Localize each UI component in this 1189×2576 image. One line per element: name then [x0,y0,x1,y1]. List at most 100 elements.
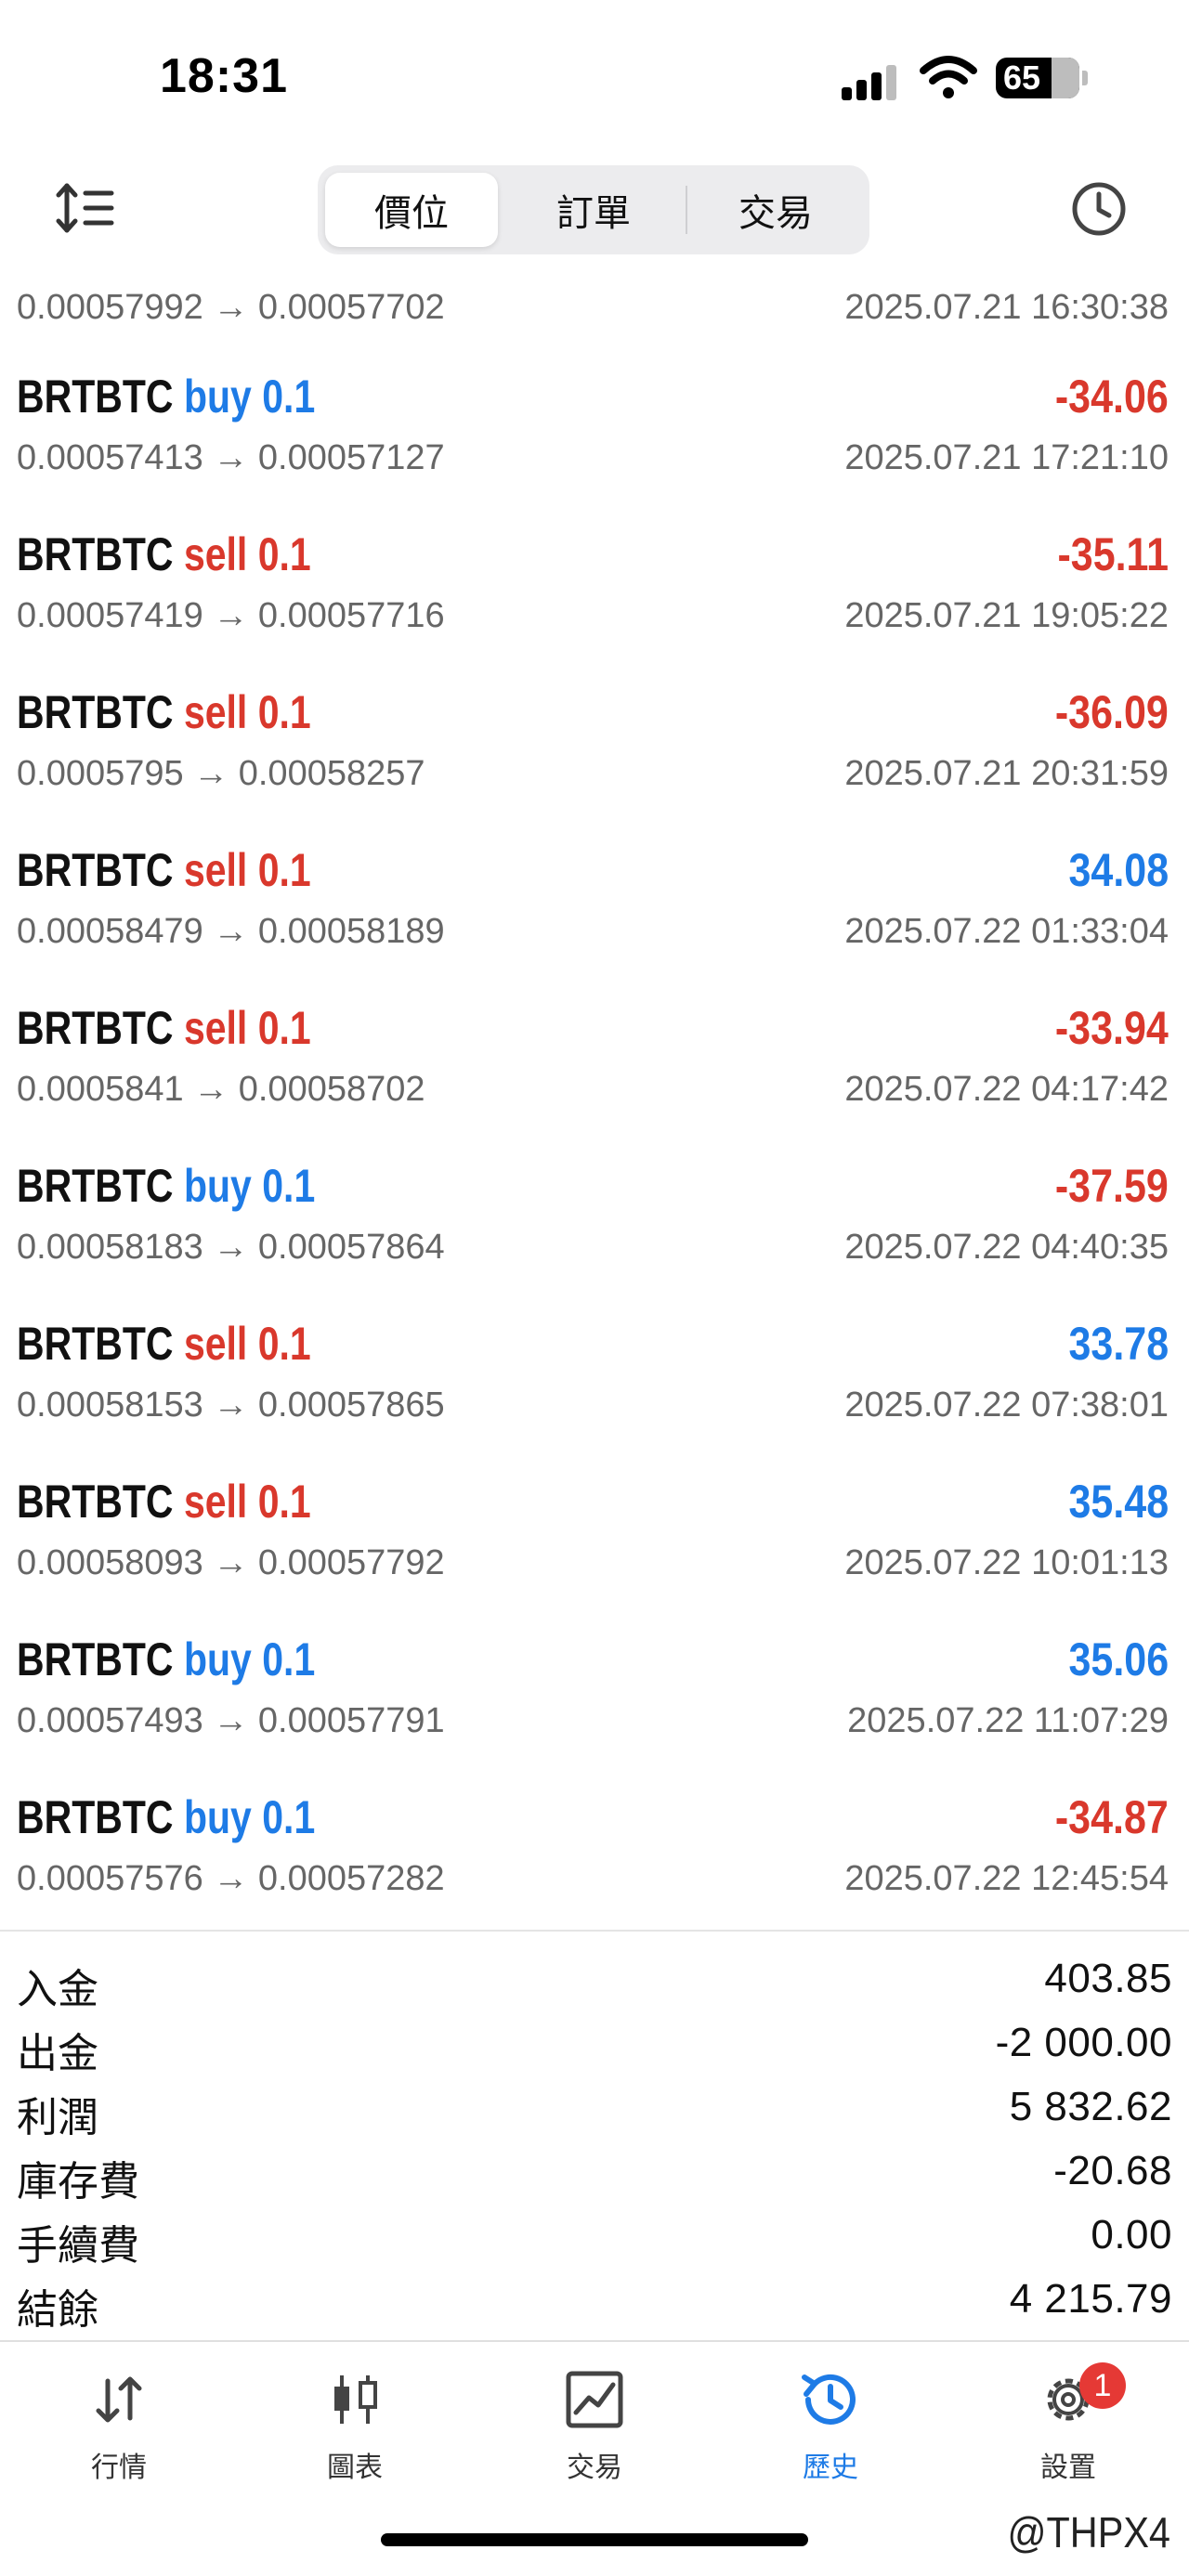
close-time: 2025.07.22 12:45:54 [844,1859,1169,1898]
trade-volume: 0.1 [257,528,311,580]
trade-profit: 33.78 [1068,1318,1169,1370]
trade-side: buy [183,371,252,423]
trade-side: sell [183,686,248,738]
symbol-name: BRTBTC [17,1791,174,1843]
trade-title: BRTBTC sell 0.1 [17,527,311,581]
trade-profit: 34.08 [1068,844,1169,896]
history-list: 0.00057992 → 0.00057702 2025.07.21 16:30… [0,279,1189,1932]
status-time: 18:31 [160,49,288,103]
history-row[interactable]: BRTBTC buy 0.1 -37.59 0.00058183 → 0.00057… [0,1142,1189,1300]
trade-volume: 0.1 [257,1002,311,1054]
close-time: 2025.07.22 11:07:29 [847,1701,1169,1740]
close-time: 2025.07.22 04:40:35 [844,1228,1169,1267]
trade-chart-icon [566,2371,623,2428]
history-row[interactable]: BRTBTC buy 0.1 35.06 0.00057493 → 0.000577… [0,1616,1189,1774]
trade-volume: 0.1 [262,1633,316,1685]
symbol-name: BRTBTC [17,686,174,738]
nav-history[interactable]: 歷史 [756,2368,905,2507]
trade-volume: 0.1 [262,371,316,423]
trade-profit: -34.87 [1055,1791,1169,1843]
sort-icon[interactable] [56,182,115,234]
segmented-control: 價位 訂單 交易 [318,165,869,254]
price-range: 0.00058153 → 0.00057865 [17,1386,445,1425]
summary-value: -20.68 [1053,2148,1172,2193]
status-bar: 18:31 65 [0,0,1189,158]
trade-volume: 0.1 [262,1160,316,1212]
summary-label: 利潤 [17,2095,98,2140]
nav-label: 歷史 [803,2452,858,2483]
price-range: 0.00057576 → 0.00057282 [17,1859,445,1898]
close-time: 2025.07.22 07:38:01 [844,1386,1169,1425]
symbol-name: BRTBTC [17,844,174,896]
tab-price[interactable]: 價位 [325,173,498,247]
summary-commission: 手續費 0.00 [0,2206,1189,2270]
close-time: 2025.07.22 04:17:42 [844,1070,1169,1109]
summary-balance: 結餘 4 215.79 [0,2270,1189,2335]
nav-charts[interactable]: 圖表 [281,2368,429,2507]
summary-value: 5 832.62 [1009,2084,1172,2129]
trade-title: BRTBTC buy 0.1 [17,1790,315,1844]
trade-volume: 0.1 [257,686,311,738]
summary-profit: 利潤 5 832.62 [0,2078,1189,2142]
trade-title: BRTBTC sell 0.1 [17,1001,311,1055]
close-time: 2025.07.22 10:01:13 [844,1543,1169,1582]
summary-label: 庫存費 [17,2159,139,2205]
summary-value: 4 215.79 [1009,2276,1172,2322]
home-indicator[interactable] [381,2533,808,2546]
nav-label: 交易 [567,2452,622,2483]
segment-divider [686,186,687,234]
tab-deals[interactable]: 交易 [689,173,862,247]
trade-side: sell [183,844,248,896]
battery-level: 65 [1003,59,1041,97]
history-row[interactable]: BRTBTC sell 0.1 -35.11 0.00057419 → 0.0005… [0,511,1189,669]
history-row[interactable]: BRTBTC sell 0.1 -33.94 0.0005841 → 0.00058… [0,984,1189,1142]
symbol-name: BRTBTC [17,1160,174,1212]
history-row[interactable]: BRTBTC sell 0.1 34.08 0.00058479 → 0.00058… [0,826,1189,984]
nav-trade[interactable]: 交易 [520,2368,669,2507]
trade-side: sell [183,528,248,580]
symbol-name: BRTBTC [17,1002,174,1054]
summary-label: 結餘 [17,2287,98,2333]
summary-withdrawal: 出金 -2 000.00 [0,2014,1189,2078]
notification-badge: 1 [1079,2362,1126,2409]
trade-profit: 35.48 [1068,1476,1169,1528]
history-row[interactable]: BRTBTC sell 0.1 33.78 0.00058153 → 0.00057… [0,1300,1189,1458]
quotes-arrows-icon [96,2376,142,2423]
nav-label: 圖表 [327,2452,383,2483]
price-range: 0.00057493 → 0.00057791 [17,1701,445,1740]
summary-panel: 入金 403.85 出金 -2 000.00 利潤 5 832.62 庫存費 -… [0,1930,1189,2335]
history-row[interactable]: BRTBTC buy 0.1 -34.87 0.00057576 → 0.00057… [0,1774,1189,1932]
summary-value: 403.85 [1044,1956,1172,2001]
trade-volume: 0.1 [257,1476,311,1528]
close-time: 2025.07.21 17:21:10 [844,438,1169,477]
price-range: 0.0005841 → 0.00058702 [17,1070,425,1109]
close-time: 2025.07.21 19:05:22 [844,596,1169,635]
history-row[interactable]: BRTBTC buy 0.1 -34.06 0.00057413 → 0.00057… [0,353,1189,511]
summary-label: 入金 [17,1967,98,2012]
trade-title: BRTBTC buy 0.1 [17,370,315,423]
trade-profit: -35.11 [1057,528,1169,580]
trade-profit: -37.59 [1055,1160,1169,1212]
price-range: 0.00058479 → 0.00058189 [17,912,445,951]
history-row[interactable]: BRTBTC sell 0.1 35.48 0.00058093 → 0.00057… [0,1458,1189,1616]
clock-icon[interactable] [1070,180,1128,238]
cellular-signal-icon [842,63,907,100]
trade-side: sell [183,1318,248,1370]
trade-profit: 35.06 [1068,1633,1169,1685]
history-row[interactable]: BRTBTC sell 0.1 -36.09 0.0005795 → 0.00058… [0,669,1189,826]
symbol-name: BRTBTC [17,1633,174,1685]
trade-side: buy [183,1160,252,1212]
price-range: 0.00057992 → 0.00057702 [17,288,445,327]
history-row-partial[interactable]: 0.00057992 → 0.00057702 2025.07.21 16:30… [0,279,1189,353]
symbol-name: BRTBTC [17,1318,174,1370]
tab-orders[interactable]: 訂單 [507,173,680,247]
close-time: 2025.07.21 16:30:38 [844,288,1169,327]
symbol-name: BRTBTC [17,528,174,580]
nav-settings[interactable]: 1 設置 [994,2362,1143,2507]
battery-cap [1082,71,1088,85]
trade-side: buy [183,1633,252,1685]
price-range: 0.00058183 → 0.00057864 [17,1228,445,1267]
nav-quotes[interactable]: 行情 [45,2368,193,2507]
summary-value: -2 000.00 [995,2020,1172,2065]
trade-profit: -34.06 [1055,371,1169,423]
